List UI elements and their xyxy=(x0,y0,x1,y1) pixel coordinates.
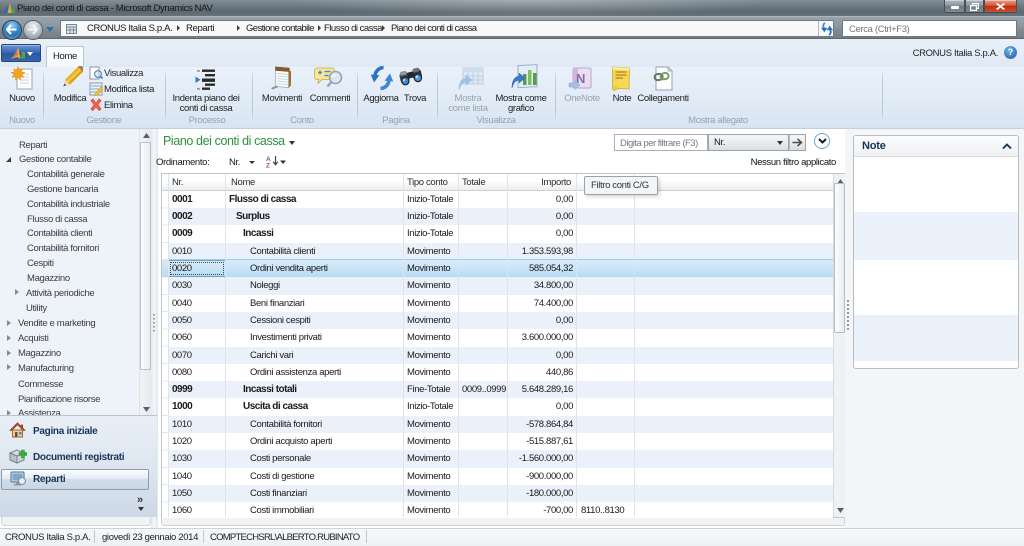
svg-text:Z: Z xyxy=(266,163,270,169)
